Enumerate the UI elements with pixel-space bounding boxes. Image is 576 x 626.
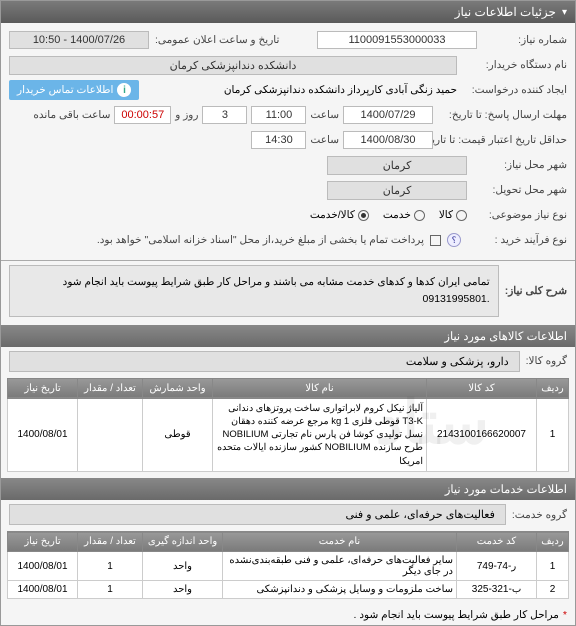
info-icon: i xyxy=(117,83,131,97)
validity-time: 14:30 xyxy=(251,131,306,149)
pay-note: پرداخت تمام یا بخشی از مبلغ خرید،از محل … xyxy=(97,234,424,246)
th: واحد شمارش xyxy=(143,378,213,398)
footer-note: مراحل کار طبق شرایط پیوست باید انجام شود… xyxy=(354,609,559,621)
need-no-field: 1100091553000033 xyxy=(317,31,477,49)
radio-dot-on-icon xyxy=(358,210,369,221)
services-section-title: اطلاعات خدمات مورد نیاز xyxy=(1,478,575,500)
cell: 1 xyxy=(78,581,143,599)
th: تعداد / مقدار xyxy=(78,532,143,552)
goods-group-label: گروه کالا: xyxy=(526,355,567,367)
cell: 2 xyxy=(537,581,569,599)
chevron-down-icon: ▾ xyxy=(562,7,567,18)
radio-dot-icon xyxy=(414,210,425,221)
requester-label: ایجاد کننده درخواست: xyxy=(457,84,567,96)
days-field: 3 xyxy=(202,106,247,124)
cell: قوطی xyxy=(143,398,213,471)
days-suffix: روز و xyxy=(175,109,198,121)
buyer-label: نام دستگاه خریدار: xyxy=(457,59,567,71)
cell: ب-321-325 xyxy=(457,581,537,599)
desc-row: شرح کلی نیاز: تمامی ایران کدها و کدهای خ… xyxy=(1,261,575,321)
panel-header: ▾ جزئیات اطلاعات نیاز xyxy=(1,1,575,23)
timer-field: 00:00:57 xyxy=(114,106,171,124)
radio-kala[interactable]: کالا xyxy=(439,209,467,221)
need-city-label: شهر محل نیاز: xyxy=(467,159,567,171)
requester-value: حمید زنگی آبادی کارپرداز دانشکده دندانپز… xyxy=(139,84,457,96)
th: کد خدمت xyxy=(457,532,537,552)
footer-note-row: * مراحل کار طبق شرایط پیوست باید انجام ش… xyxy=(1,605,575,625)
help-icon[interactable]: ؟ xyxy=(447,233,461,247)
th: نام خدمت xyxy=(223,532,457,552)
remain-label: ساعت باقی مانده xyxy=(33,109,110,121)
th: ردیف xyxy=(537,378,569,398)
deadline-label: مهلت ارسال پاسخ: تا تاریخ: xyxy=(437,109,567,121)
radio-khedmat[interactable]: خدمت xyxy=(383,209,425,221)
form-area: شماره نیاز: 1100091553000033 تاریخ و ساع… xyxy=(1,23,575,260)
desc-text: تمامی ایران کدها و کدهای خدمت مشابه می ب… xyxy=(9,265,499,317)
th: کد کالا xyxy=(427,378,537,398)
saat-label-1: ساعت xyxy=(310,109,339,121)
th: تاریخ نیاز xyxy=(8,378,78,398)
cell: 1 xyxy=(537,398,569,471)
th: ردیف xyxy=(537,532,569,552)
cell: 1 xyxy=(78,552,143,581)
table-row: 1 ر-74-749 سایر فعالیت‌های حرفه‌ای، علمی… xyxy=(8,552,569,581)
services-table-wrap: ردیف کد خدمت نام خدمت واحد اندازه گیری ت… xyxy=(7,531,569,599)
table-row: 2 ب-321-325 ساخت ملزومات و وسایل پزشکی و… xyxy=(8,581,569,599)
validity-label: حداقل تاریخ اعتبار قیمت: تا تاریخ: xyxy=(437,134,567,146)
goods-table-wrap: ستاد ردیف کد کالا نام کالا واحد شمارش تع… xyxy=(7,378,569,472)
services-group-label: گروه خدمت: xyxy=(512,509,567,521)
delivery-city-label: شهر محل تحویل: xyxy=(467,184,567,196)
saat-label-2: ساعت xyxy=(310,134,339,146)
validity-date: 1400/08/30 xyxy=(343,131,433,149)
announce-label: تاریخ و ساعت اعلان عمومی: xyxy=(155,34,279,46)
th: تاریخ نیاز xyxy=(8,532,78,552)
cell: 1400/08/01 xyxy=(8,552,78,581)
goods-group-field: دارو، پزشکی و سلامت xyxy=(9,351,520,372)
desc-label: شرح کلی نیاز: xyxy=(505,285,567,297)
cell: 1400/08/01 xyxy=(8,581,78,599)
th: تعداد / مقدار xyxy=(78,378,143,398)
checkbox[interactable] xyxy=(430,235,441,246)
buyer-field: دانشکده دندانپزشکی کرمان xyxy=(9,56,457,75)
cell: 1400/08/01 xyxy=(8,398,78,471)
announce-field: 1400/07/26 - 10:50 xyxy=(9,31,149,49)
cell: واحد xyxy=(143,552,223,581)
th: نام کالا xyxy=(213,378,427,398)
services-group-field: فعالیت‌های حرفه‌ای، علمی و فنی xyxy=(9,504,506,525)
cell: سایر فعالیت‌های حرفه‌ای، علمی و فنی طبقه… xyxy=(223,552,457,581)
main-panel: ▾ جزئیات اطلاعات نیاز شماره نیاز: 110009… xyxy=(0,0,576,626)
deadline-time: 11:00 xyxy=(251,106,306,124)
services-table: ردیف کد خدمت نام خدمت واحد اندازه گیری ت… xyxy=(7,531,569,599)
table-row: 1 2143100166620007 آلیاژ نیکل کروم لابرا… xyxy=(8,398,569,471)
cell: 1 xyxy=(537,552,569,581)
goods-section-title: اطلاعات کالاهای مورد نیاز xyxy=(1,325,575,347)
cell: آلیاژ نیکل کروم لابراتواری ساخت پروتزهای… xyxy=(213,398,427,471)
need-no-label: شماره نیاز: xyxy=(477,34,567,46)
contact-badge-label: اطلاعات تماس خریدار xyxy=(17,84,113,96)
required-star-icon: * xyxy=(563,609,567,621)
delivery-city-field: کرمان xyxy=(327,181,467,200)
goods-table: ردیف کد کالا نام کالا واحد شمارش تعداد /… xyxy=(7,378,569,472)
th: واحد اندازه گیری xyxy=(143,532,223,552)
radio-dot-icon xyxy=(456,210,467,221)
radio-both[interactable]: کالا/خدمت xyxy=(310,209,369,221)
subject-type-label: نوع نیاز موضوعی: xyxy=(467,209,567,221)
cell: واحد xyxy=(143,581,223,599)
cell xyxy=(78,398,143,471)
cell: ساخت ملزومات و وسایل پزشکی و دندانپزشکی xyxy=(223,581,457,599)
contact-badge[interactable]: i اطلاعات تماس خریدار xyxy=(9,80,139,100)
panel-title: جزئیات اطلاعات نیاز xyxy=(455,5,556,19)
process-label: نوع فرآیند خرید : xyxy=(467,234,567,246)
deadline-date: 1400/07/29 xyxy=(343,106,433,124)
subject-type-radios: کالا خدمت کالا/خدمت xyxy=(310,209,467,221)
cell: ر-74-749 xyxy=(457,552,537,581)
need-city-field: کرمان xyxy=(327,156,467,175)
cell: 2143100166620007 xyxy=(427,398,537,471)
